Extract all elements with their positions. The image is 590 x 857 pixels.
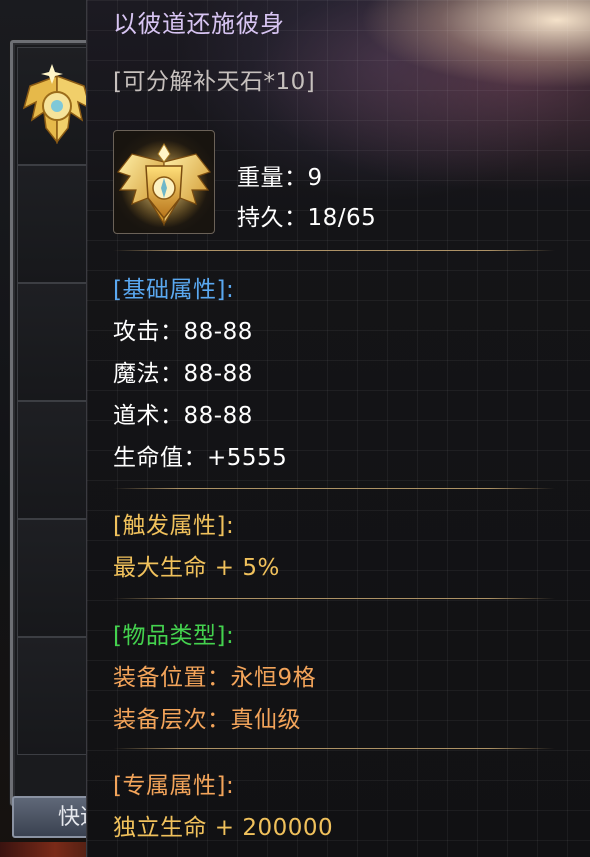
durability-row: 持久：18/65 <box>237 198 376 232</box>
section-divider <box>113 748 555 749</box>
item-icon-frame <box>113 130 215 234</box>
stat-value: 88-88 <box>183 319 253 345</box>
section-divider <box>113 598 555 599</box>
item-tooltip: 以彼道还施彼身 [可分解补天石*10] 重量：9 持久：18/65 [基础属性]… <box>86 0 590 857</box>
trigger-attributes-header: [触发属性]: <box>113 513 235 539</box>
weight-label: 重量： <box>237 165 308 191</box>
stat-label: 生命值： <box>113 445 207 471</box>
item-type-header: [物品类型]: <box>113 623 235 649</box>
trigger-attribute-line: 最大生命 + 5% <box>113 555 280 581</box>
stat-label: 攻击： <box>113 319 184 345</box>
taoism-row: 道术：88-88 <box>113 396 253 430</box>
item-name: 以彼道还施彼身 <box>113 10 285 38</box>
weight-value: 9 <box>307 165 323 191</box>
stat-value: 88-88 <box>183 403 253 429</box>
weight-row: 重量：9 <box>237 158 323 192</box>
base-attributes-header: [基础属性]: <box>113 277 235 303</box>
section-divider <box>113 488 555 489</box>
exclusive-attribute-line: 独立生命 + 200000 <box>113 815 334 841</box>
stat-value: +5555 <box>207 445 288 471</box>
golden-winged-shield-icon <box>117 140 211 228</box>
stat-label: 魔法： <box>113 361 184 387</box>
decompose-info: [可分解补天石*10] <box>113 69 316 95</box>
exclusive-attributes-header: [专属属性]: <box>113 773 235 799</box>
equip-slot-line: 装备位置：永恒9格 <box>113 665 317 691</box>
stat-label: 道术： <box>113 403 184 429</box>
attack-row: 攻击：88-88 <box>113 312 253 346</box>
magic-row: 魔法：88-88 <box>113 354 253 388</box>
equip-tier-line: 装备层次：真仙级 <box>113 707 301 733</box>
section-divider <box>113 250 555 251</box>
hp-row: 生命值：+5555 <box>113 438 287 472</box>
winged-shield-icon[interactable] <box>22 56 92 156</box>
durability-label: 持久： <box>237 205 308 231</box>
durability-value: 18/65 <box>307 205 377 231</box>
stat-value: 88-88 <box>183 361 253 387</box>
